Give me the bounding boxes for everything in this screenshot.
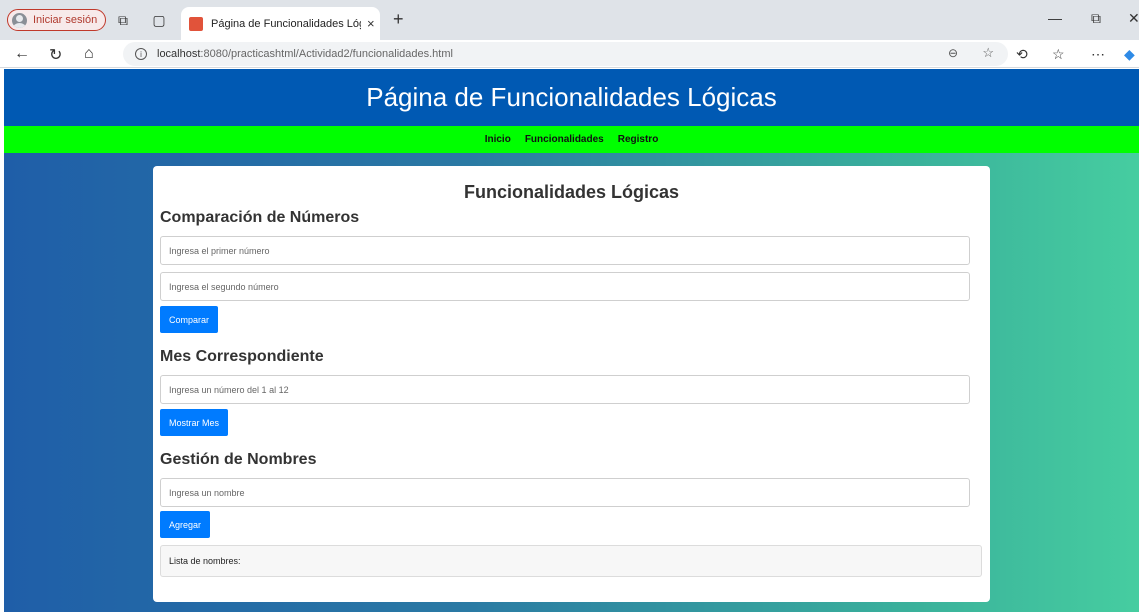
address-bar-row: ← ↻ ⌂ i localhost:8080/practicashtml/Act…: [0, 40, 1139, 68]
tab-title: Página de Funcionalidades Lógicas: [211, 17, 361, 30]
url-text: localhost:8080/practicashtml/Actividad2/…: [157, 48, 453, 60]
new-tab-button[interactable]: +: [393, 9, 404, 30]
names-list: Lista de nombres:: [160, 545, 982, 577]
zoom-icon[interactable]: ⊖: [948, 46, 958, 60]
name-input[interactable]: [160, 478, 970, 507]
compare-button[interactable]: Comparar: [160, 306, 219, 333]
compare-heading: Comparación de Números: [160, 209, 360, 226]
workspaces-icon[interactable]: ⧉: [114, 11, 132, 29]
tab-active[interactable]: Página de Funcionalidades Lógicas ×: [181, 7, 380, 40]
browser-tab-strip: Iniciar sesión ⧉ ▢ Página de Funcionalid…: [0, 0, 1139, 40]
nav-link-inicio[interactable]: Inicio: [485, 134, 511, 145]
nav-link-registro[interactable]: Registro: [618, 134, 659, 145]
site-nav: Inicio Funcionalidades Registro: [4, 126, 1139, 153]
web-page: Página de Funcionalidades Lógicas Inicio…: [4, 69, 1139, 612]
back-icon[interactable]: ←: [14, 45, 30, 63]
first-number-input[interactable]: [160, 236, 970, 265]
add-name-button[interactable]: Agregar: [160, 511, 211, 538]
avatar-icon: [12, 12, 27, 28]
tab-close-icon[interactable]: ×: [367, 16, 375, 31]
profile-button[interactable]: Iniciar sesión: [7, 9, 106, 31]
nav-link-funcionalidades[interactable]: Funcionalidades: [525, 134, 604, 145]
favorite-star-icon[interactable]: ☆: [982, 45, 994, 61]
address-bar[interactable]: i localhost:8080/practicashtml/Actividad…: [123, 42, 1008, 66]
window-close-icon[interactable]: ✕: [1128, 10, 1139, 27]
site-info-icon[interactable]: i: [135, 48, 147, 60]
home-icon[interactable]: ⌂: [84, 45, 94, 63]
functions-card: Funcionalidades Lógicas Comparación de N…: [153, 166, 990, 602]
tab-actions-icon[interactable]: ▢: [150, 11, 168, 29]
site-header: Página de Funcionalidades Lógicas: [4, 69, 1139, 126]
favorites-icon[interactable]: ☆: [1052, 46, 1065, 63]
minimize-icon[interactable]: —: [1048, 10, 1062, 26]
names-heading: Gestión de Nombres: [160, 451, 317, 468]
second-number-input[interactable]: [160, 272, 970, 301]
restore-icon[interactable]: ⧉: [1091, 10, 1101, 27]
month-number-input[interactable]: [160, 375, 970, 404]
profile-label: Iniciar sesión: [33, 14, 98, 26]
month-heading: Mes Correspondiente: [160, 348, 324, 365]
refresh-icon[interactable]: ↻: [49, 45, 62, 65]
more-options-icon[interactable]: ⋯: [1091, 46, 1105, 63]
url-path: :8080/practicashtml/Actividad2/funcional…: [200, 48, 453, 60]
copilot-icon[interactable]: ◆: [1124, 46, 1135, 63]
show-month-button[interactable]: Mostrar Mes: [160, 409, 229, 436]
favicon-icon: [189, 16, 203, 31]
url-host: localhost: [157, 48, 201, 60]
site-title: Página de Funcionalidades Lógicas: [366, 82, 777, 112]
card-heading: Funcionalidades Lógicas: [463, 182, 680, 202]
extensions-icon[interactable]: ⟲: [1016, 46, 1028, 63]
